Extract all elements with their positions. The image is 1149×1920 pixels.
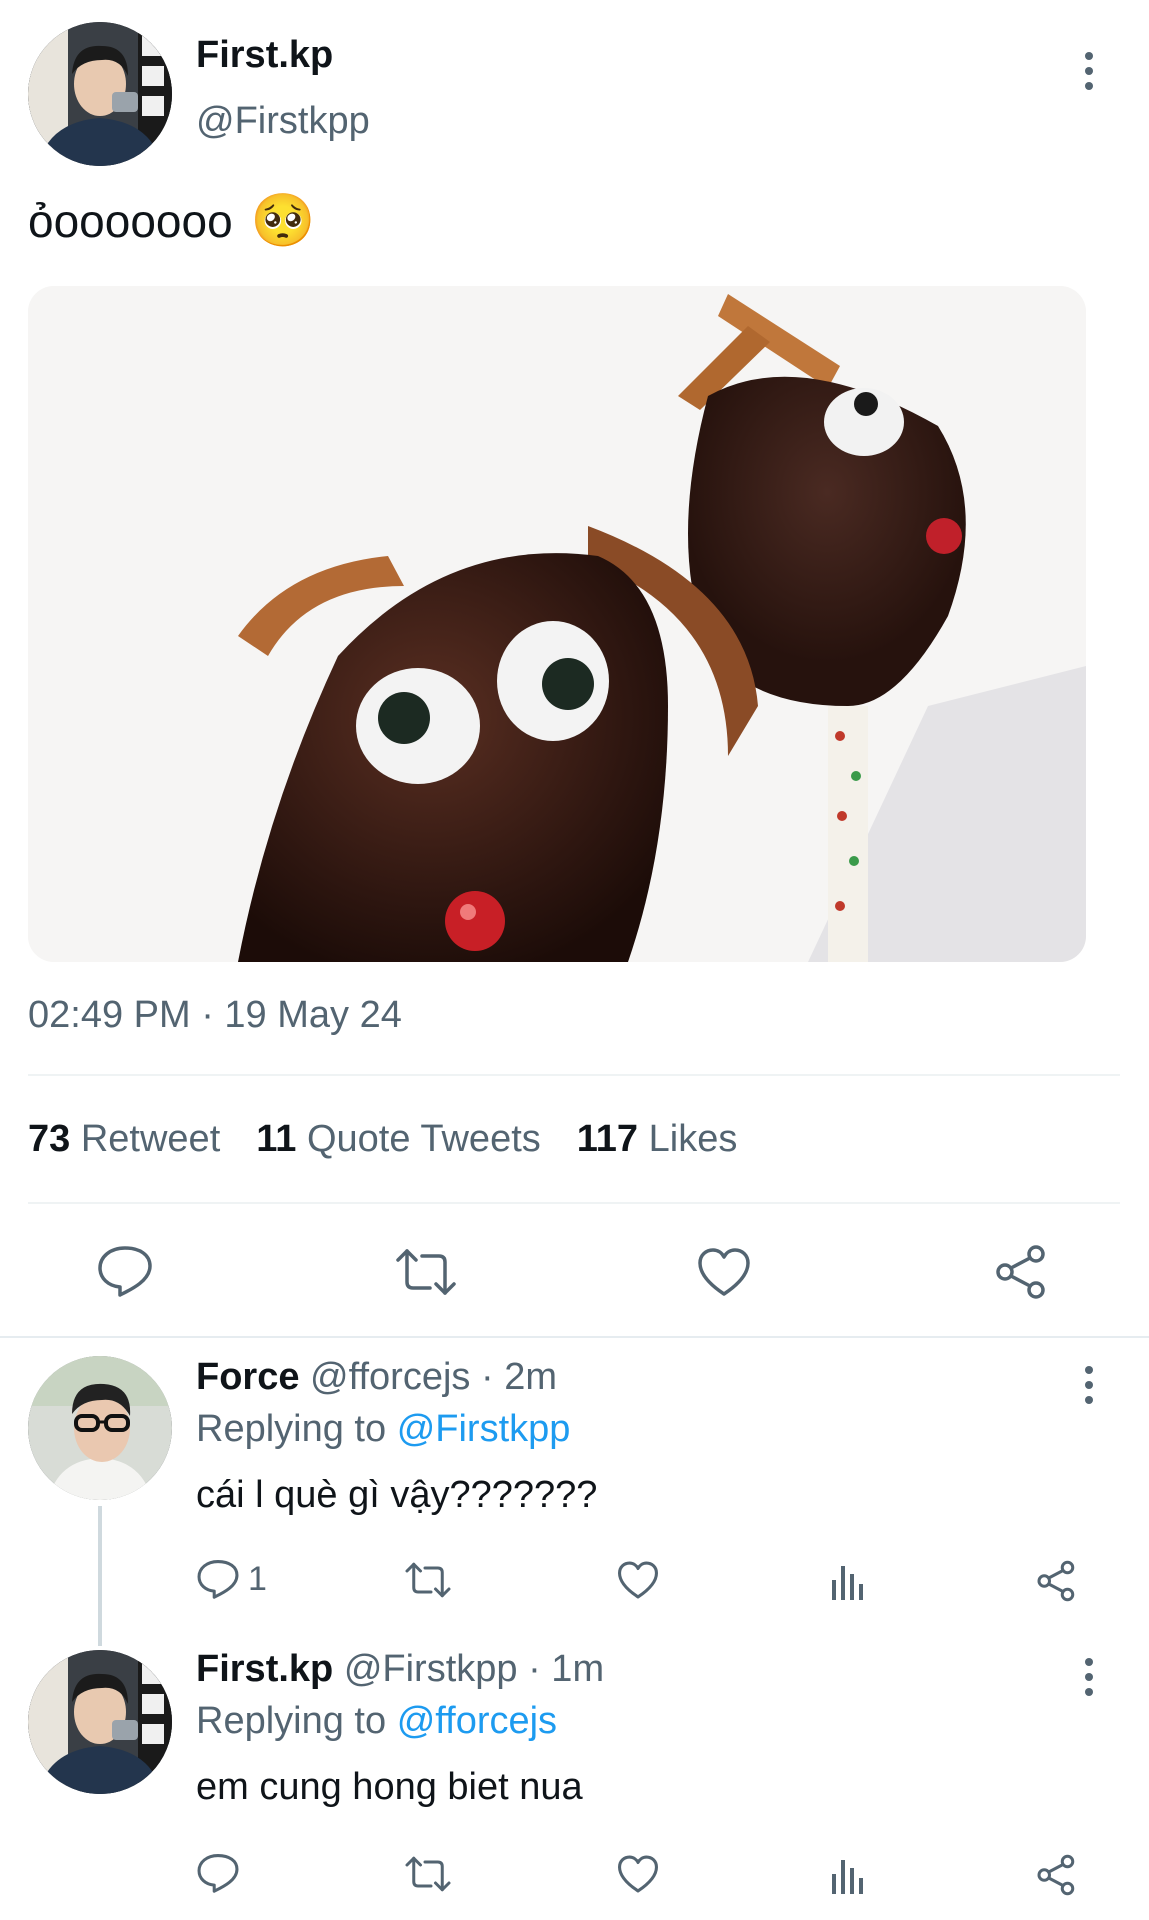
retweets-stat[interactable]: 73 Retweet — [28, 1118, 220, 1161]
tweet-image[interactable] — [28, 286, 1086, 962]
retweets-count: 73 — [28, 1118, 71, 1160]
reply-header: First.kp @Firstkpp · 1m — [196, 1648, 604, 1691]
reply-icon[interactable]: 1 — [196, 1558, 267, 1600]
likes-count: 117 — [576, 1118, 639, 1160]
reply-display-name[interactable]: First.kp — [196, 1648, 333, 1690]
reply-count: 1 — [248, 1559, 267, 1598]
retweet-icon[interactable] — [404, 1854, 452, 1894]
retweets-label: Retweet — [80, 1118, 221, 1160]
divider — [28, 1202, 1120, 1204]
quotes-label: Quote Tweets — [306, 1118, 541, 1160]
replying-to-link[interactable]: @Firstkpp — [397, 1408, 571, 1450]
tweet-timestamp: 02:49 PM · 19 May 24 — [28, 994, 402, 1036]
tweet-text-line: ỏooooooo 🥺 — [28, 190, 315, 251]
reply-icon[interactable] — [96, 1244, 154, 1298]
tweet-text: ỏooooooo — [28, 194, 233, 247]
like-icon[interactable] — [616, 1560, 660, 1600]
reply-text: em cung hong biet nua — [196, 1766, 583, 1808]
reply-time: · 1m — [528, 1648, 605, 1690]
likes-label: Likes — [648, 1118, 738, 1160]
tweet-more-menu-icon[interactable] — [1079, 52, 1099, 90]
reply-header: Force @fforcejs · 2m — [196, 1356, 557, 1399]
quotes-count: 11 — [256, 1118, 297, 1160]
share-icon[interactable] — [994, 1244, 1050, 1300]
retweet-icon[interactable] — [404, 1560, 452, 1600]
replying-to-line: Replying to @Firstkpp — [196, 1408, 570, 1451]
retweet-icon[interactable] — [394, 1246, 458, 1298]
reply-icon[interactable] — [196, 1852, 240, 1894]
reply-display-name[interactable]: Force — [196, 1356, 299, 1398]
author-display-name[interactable]: First.kp — [196, 34, 333, 77]
replying-to-link[interactable]: @fforcejs — [397, 1700, 557, 1742]
like-icon[interactable] — [616, 1854, 660, 1894]
replying-to-line: Replying to @fforcejs — [196, 1700, 557, 1743]
author-avatar[interactable] — [28, 22, 172, 166]
share-icon[interactable] — [1036, 1854, 1078, 1896]
thread-connector-line — [98, 1506, 102, 1646]
divider — [28, 1074, 1120, 1076]
reply-handle[interactable]: @Firstkpp — [344, 1648, 518, 1690]
reply-more-menu-icon[interactable] — [1079, 1658, 1099, 1696]
reply-time: · 2m — [480, 1356, 557, 1398]
reply-handle[interactable]: @fforcejs — [310, 1356, 470, 1398]
pleading-face-emoji: 🥺 — [250, 192, 316, 250]
like-icon[interactable] — [696, 1246, 752, 1298]
replying-to-prefix: Replying to — [196, 1408, 387, 1450]
likes-stat[interactable]: 117 Likes — [577, 1118, 738, 1161]
tweet-stats: 73 Retweet 11 Quote Tweets 117 Likes — [28, 1118, 737, 1161]
author-handle[interactable]: @Firstkpp — [196, 100, 370, 143]
replying-to-prefix: Replying to — [196, 1700, 387, 1742]
reply-avatar[interactable] — [28, 1650, 172, 1794]
analytics-icon[interactable] — [830, 1856, 866, 1894]
reply-avatar[interactable] — [28, 1356, 172, 1500]
share-icon[interactable] — [1036, 1560, 1078, 1602]
reply-more-menu-icon[interactable] — [1079, 1366, 1099, 1404]
section-divider — [0, 1336, 1149, 1338]
reply-text: cái l què gì vậy??????? — [196, 1474, 598, 1516]
quotes-stat[interactable]: 11 Quote Tweets — [256, 1118, 541, 1161]
analytics-icon[interactable] — [830, 1562, 866, 1600]
